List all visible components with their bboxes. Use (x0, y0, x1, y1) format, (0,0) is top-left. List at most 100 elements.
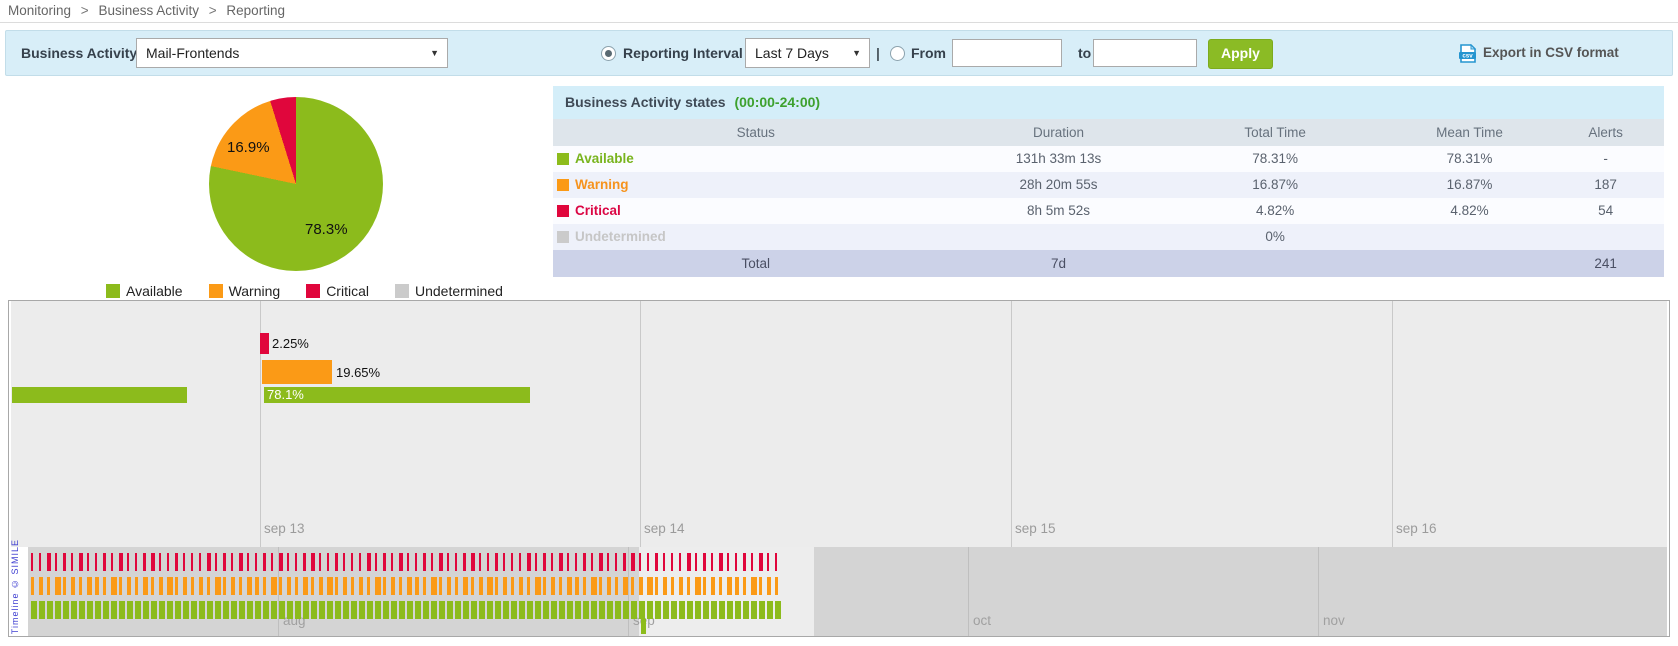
overview-tick (271, 601, 277, 619)
overview-tick (159, 601, 165, 619)
overview-tick (111, 577, 117, 595)
overview-tick (183, 601, 189, 619)
overview-tick (255, 601, 261, 619)
overview-tick (575, 553, 577, 571)
overview-tick (767, 553, 769, 571)
timeline-bar-available[interactable]: 78.1% (264, 387, 530, 403)
pie-legend: Available Warning Critical Undetermined (106, 283, 529, 299)
overview-tick (359, 553, 361, 571)
overview-tick (239, 577, 242, 595)
column-header-duration: Duration (959, 119, 1159, 146)
overview-tick (631, 601, 637, 619)
overview-tick (679, 553, 681, 571)
overview-tick (367, 553, 371, 571)
timeline-bar-available-previous[interactable] (12, 387, 187, 403)
overview-tick (751, 601, 757, 619)
overview-tick (47, 553, 51, 571)
timeline-overview-band[interactable]: aug sep oct nov (28, 547, 1667, 636)
timeline-bar-critical[interactable] (260, 333, 269, 354)
overview-tick (575, 601, 581, 619)
overview-tick (167, 577, 173, 595)
overview-tick (735, 553, 737, 571)
overview-tick (511, 553, 513, 571)
overview-tick (423, 601, 429, 619)
overview-tick (479, 553, 481, 571)
overview-tick (671, 601, 677, 619)
overview-tick (295, 553, 297, 571)
overview-tick (71, 601, 77, 619)
overview-tick (295, 577, 298, 595)
overview-tick (335, 601, 341, 619)
overview-tick (743, 601, 749, 619)
business-activity-label: Business Activity (21, 31, 137, 75)
day-label: sep 14 (644, 521, 685, 536)
overview-tick (727, 553, 729, 571)
overview-tick (463, 577, 468, 595)
states-title-time-range: (00:00-24:00) (734, 94, 820, 110)
overview-tick (599, 577, 602, 595)
overview-tick (327, 601, 333, 619)
overview-tick (127, 577, 131, 595)
overview-tick (263, 553, 266, 571)
legend-label: Critical (326, 283, 369, 299)
total-time-value: 78.31% (1158, 146, 1391, 172)
timeline-main-band[interactable]: sep 13 sep 14 sep 15 sep 16 2.25% 19.65%… (11, 301, 1667, 547)
overview-tick (271, 577, 277, 595)
mean-time-value: 4.82% (1392, 198, 1548, 224)
overview-tick (615, 601, 621, 619)
business-activity-select[interactable]: Mail-Frontends ▼ (136, 38, 448, 68)
overview-tick (183, 577, 187, 595)
status-name: Warning (575, 172, 629, 198)
overview-tick (31, 577, 34, 595)
legend-label: Undetermined (415, 283, 503, 299)
overview-tick (215, 553, 217, 571)
overview-tick (719, 577, 722, 595)
timeline-bar-warning[interactable] (262, 360, 332, 384)
total-time-value: 16.87% (1158, 172, 1391, 198)
status-name: Undetermined (575, 224, 666, 250)
status-name: Available (575, 146, 634, 172)
overview-tick (663, 577, 667, 595)
overview-tick (559, 577, 562, 595)
overview-tick (711, 601, 717, 619)
interval-select[interactable]: Last 7 Days ▼ (745, 38, 870, 68)
duration-value (959, 224, 1159, 250)
total-mean-time (1392, 250, 1548, 277)
states-header-row: Status Duration Total Time Mean Time Ale… (553, 119, 1664, 146)
overview-tick (39, 601, 45, 619)
pie-warning-label: 16.9% (227, 139, 270, 156)
export-csv-label[interactable]: Export in CSV format (1483, 45, 1619, 60)
breadcrumb-reporting[interactable]: Reporting (226, 3, 285, 18)
legend-label: Available (126, 283, 183, 299)
overview-tick (575, 577, 579, 595)
overview-tick (663, 601, 669, 619)
overview-tick (399, 601, 405, 619)
to-date-input[interactable] (1093, 39, 1197, 67)
overview-tick (351, 577, 354, 595)
overview-tick (687, 601, 693, 619)
custom-range-radio[interactable] (890, 46, 905, 61)
timeline-credit: Timeline © SIMILE (10, 539, 20, 634)
overview-tick (695, 601, 701, 619)
overview-tick (303, 553, 306, 571)
overview-tick (679, 577, 683, 595)
overview-tick (143, 601, 149, 619)
overview-tick (271, 553, 273, 571)
overview-tick (87, 577, 92, 595)
apply-button[interactable]: Apply (1208, 39, 1273, 69)
overview-tick (551, 553, 553, 571)
overview-tick (47, 601, 53, 619)
reporting-interval-radio[interactable] (601, 46, 616, 61)
overview-tick (471, 577, 474, 595)
overview-tick (399, 577, 402, 595)
total-total-time (1158, 250, 1391, 277)
overview-tick (759, 553, 763, 571)
breadcrumb-business-activity[interactable]: Business Activity (98, 3, 199, 18)
overview-tick (471, 601, 477, 619)
breadcrumb-monitoring[interactable]: Monitoring (8, 3, 71, 18)
overview-tick (455, 553, 457, 571)
export-csv-link[interactable]: csv Export in CSV format (1458, 31, 1619, 75)
csv-file-icon[interactable]: csv (1458, 44, 1477, 63)
svg-text:csv: csv (1462, 53, 1473, 60)
from-date-input[interactable] (952, 39, 1062, 67)
